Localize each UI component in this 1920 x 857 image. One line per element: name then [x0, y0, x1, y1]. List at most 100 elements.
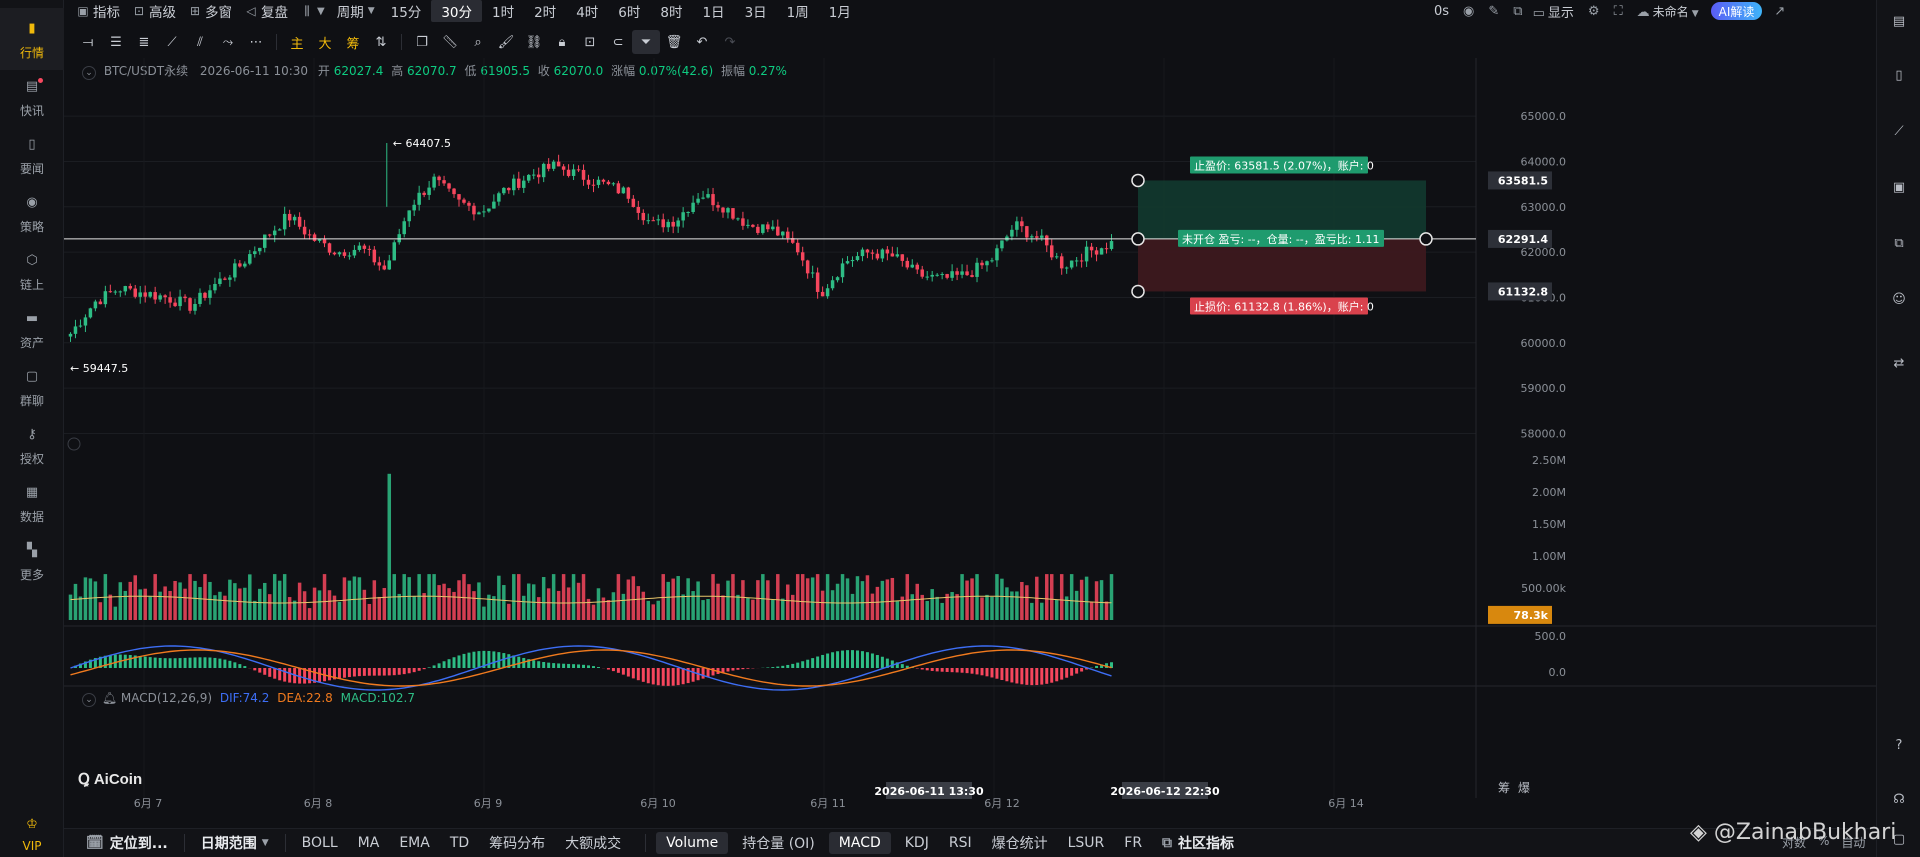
community-indicators-button[interactable]: ⧉ 社区指标: [1152, 829, 1244, 857]
main-indicator-button[interactable]: 大额成交: [555, 829, 631, 857]
main-indicator-button[interactable]: MA: [348, 829, 390, 857]
main-indicator-button[interactable]: TD: [440, 829, 479, 857]
multi-window-button[interactable]: ⊞ 多窗: [182, 0, 238, 22]
interval-button[interactable]: 1月: [819, 0, 861, 22]
left-nav-item-5[interactable]: ▬ 资产: [0, 298, 64, 360]
macd-bar: [836, 651, 840, 668]
left-nav-item-7[interactable]: ⚷ 授权: [0, 414, 64, 476]
sub-indicator-button[interactable]: MACD: [828, 832, 891, 854]
order-book-icon[interactable]: ▤: [1877, 6, 1920, 36]
left-nav-item-4[interactable]: ⬡ 链上: [0, 240, 64, 302]
chart-type-dropdown[interactable]: ⫼ ▼: [294, 0, 331, 22]
interval-button[interactable]: 3日: [735, 0, 777, 22]
left-nav-item-0[interactable]: ▮ 行情: [0, 8, 64, 70]
left-nav-item-6[interactable]: ▢ 群聊: [0, 356, 64, 418]
candle-body: [706, 194, 710, 198]
parallel-lines-icon[interactable]: ☰: [102, 30, 130, 54]
main-indicator-button[interactable]: BOLL: [292, 829, 348, 857]
interval-button[interactable]: 2时: [524, 0, 566, 22]
locate-button[interactable]: 🗓︎ 定位到...: [76, 829, 178, 857]
trend-chart-icon[interactable]: ⟋: [1877, 116, 1920, 146]
channel-icon[interactable]: ⫽: [186, 30, 214, 54]
left-nav-item-2[interactable]: ▯ 要闻: [0, 124, 64, 186]
swap-icon[interactable]: ⇄: [1877, 348, 1920, 378]
screenshot-icon[interactable]: ⊡: [576, 30, 604, 54]
robot-icon[interactable]: ☺: [1877, 284, 1920, 314]
pencil-icon[interactable]: ✎: [1488, 4, 1499, 19]
sub-indicator-button[interactable]: RSI: [939, 829, 982, 857]
left-nav-item-3[interactable]: ◉ 策略: [0, 182, 64, 244]
document-icon[interactable]: ▯: [1877, 60, 1920, 90]
magnet-icon[interactable]: ⊂: [604, 30, 632, 54]
left-nav-item-8[interactable]: ▦ 数据: [0, 472, 64, 534]
more-tools-icon[interactable]: ⋯: [242, 30, 270, 54]
date-range-dropdown[interactable]: 日期范围 ▼: [191, 829, 279, 857]
trash-icon[interactable]: 🗑︎: [660, 30, 688, 54]
tool-chips[interactable]: 筹: [339, 30, 367, 54]
interval-button[interactable]: 4时: [566, 0, 608, 22]
chart-area[interactable]: 65000.064000.063000.062000.061000.060000…: [64, 58, 1876, 828]
tool-main[interactable]: 主: [283, 30, 311, 54]
sub-indicator-button[interactable]: LSUR: [1058, 829, 1115, 857]
sub-indicator-button[interactable]: 持仓量 (OI): [732, 829, 825, 857]
undo-icon[interactable]: ↶: [688, 30, 716, 54]
display-button[interactable]: ▭ 显示: [1533, 2, 1574, 21]
main-indicator-button[interactable]: EMA: [389, 829, 440, 857]
question-icon[interactable]: ?: [1877, 730, 1920, 760]
replay-button[interactable]: ◁ 复盘: [238, 0, 294, 22]
settings-icon[interactable]: ⚙: [1588, 4, 1600, 19]
sub-indicator-button[interactable]: 爆仓统计: [982, 829, 1058, 857]
share-box-icon[interactable]: ⧉: [1513, 4, 1522, 19]
ruler-icon[interactable]: 📏︎: [436, 30, 464, 54]
interval-button[interactable]: 1日: [692, 0, 734, 22]
share-icon[interactable]: ↗: [1774, 4, 1785, 19]
link-icon[interactable]: ⛓︎: [520, 30, 548, 54]
camera-icon[interactable]: ◉: [1463, 4, 1474, 19]
copy-icon[interactable]: ❐: [408, 30, 436, 54]
redo-icon[interactable]: ↷: [716, 30, 744, 54]
indicators-button[interactable]: ▣ 指标: [70, 0, 126, 22]
left-nav-item-9[interactable]: ▚ 更多: [0, 530, 64, 592]
tool-large[interactable]: 大: [311, 30, 339, 54]
aicoin-logo-icon: Ꝗ: [78, 771, 90, 788]
candle: [1069, 260, 1074, 270]
main-indicator-button[interactable]: 筹码分布: [479, 829, 555, 857]
zoom-icon[interactable]: ⌕: [464, 30, 492, 54]
left-nav-item-10[interactable]: ♔ VIP: [0, 810, 64, 856]
filter-icon[interactable]: ⏷: [632, 30, 660, 54]
sub-indicator-button[interactable]: FR: [1114, 829, 1152, 857]
interval-button[interactable]: 30分: [431, 0, 482, 22]
fullscreen-icon[interactable]: ⛶: [1614, 4, 1623, 19]
bell-icon[interactable]: 🔔︎: [102, 691, 117, 705]
layers-icon[interactable]: ⧉: [1877, 228, 1920, 258]
sub-indicator-button[interactable]: Volume: [656, 832, 729, 854]
layout-name-dropdown[interactable]: ☁ 未命名 ▼: [1637, 3, 1699, 20]
macd-bar: [851, 650, 854, 668]
vip-crown-icon: ♔: [26, 816, 38, 832]
position-tool-icon[interactable]: ⇅: [367, 30, 395, 54]
interval-button[interactable]: 8时: [650, 0, 692, 22]
pattern-icon[interactable]: ⤳: [214, 30, 242, 54]
brush-icon[interactable]: 🖌︎: [492, 30, 520, 54]
advanced-button[interactable]: ⊡ 高级: [126, 0, 182, 22]
interval-button[interactable]: 15分: [381, 0, 432, 22]
candle-body: [382, 265, 387, 270]
interval-button[interactable]: 1周: [777, 0, 819, 22]
candle-body: [163, 295, 167, 298]
fibonacci-icon[interactable]: ≣: [130, 30, 158, 54]
ai-interpret-button[interactable]: AI解读: [1710, 2, 1763, 20]
horizontal-line-icon[interactable]: ⟞: [74, 30, 102, 54]
sub-indicator-button[interactable]: KDJ: [895, 829, 939, 857]
interval-button[interactable]: 1时: [482, 0, 524, 22]
trendline-icon[interactable]: ⟋: [158, 30, 186, 54]
monitor-chart-icon[interactable]: ▣: [1877, 172, 1920, 202]
candle: [352, 245, 357, 259]
lock-icon[interactable]: 🔒︎: [548, 30, 576, 54]
interval-button[interactable]: 6时: [608, 0, 650, 22]
chart-canvas[interactable]: 65000.064000.063000.062000.061000.060000…: [64, 58, 1876, 828]
left-nav-item-1[interactable]: ▤ 快讯: [0, 66, 64, 128]
candle-body: [292, 216, 297, 221]
collapse-icon[interactable]: ⌄: [82, 693, 96, 707]
period-dropdown[interactable]: 周期 ▼: [331, 0, 381, 22]
headset-icon[interactable]: ☊: [1877, 784, 1920, 814]
